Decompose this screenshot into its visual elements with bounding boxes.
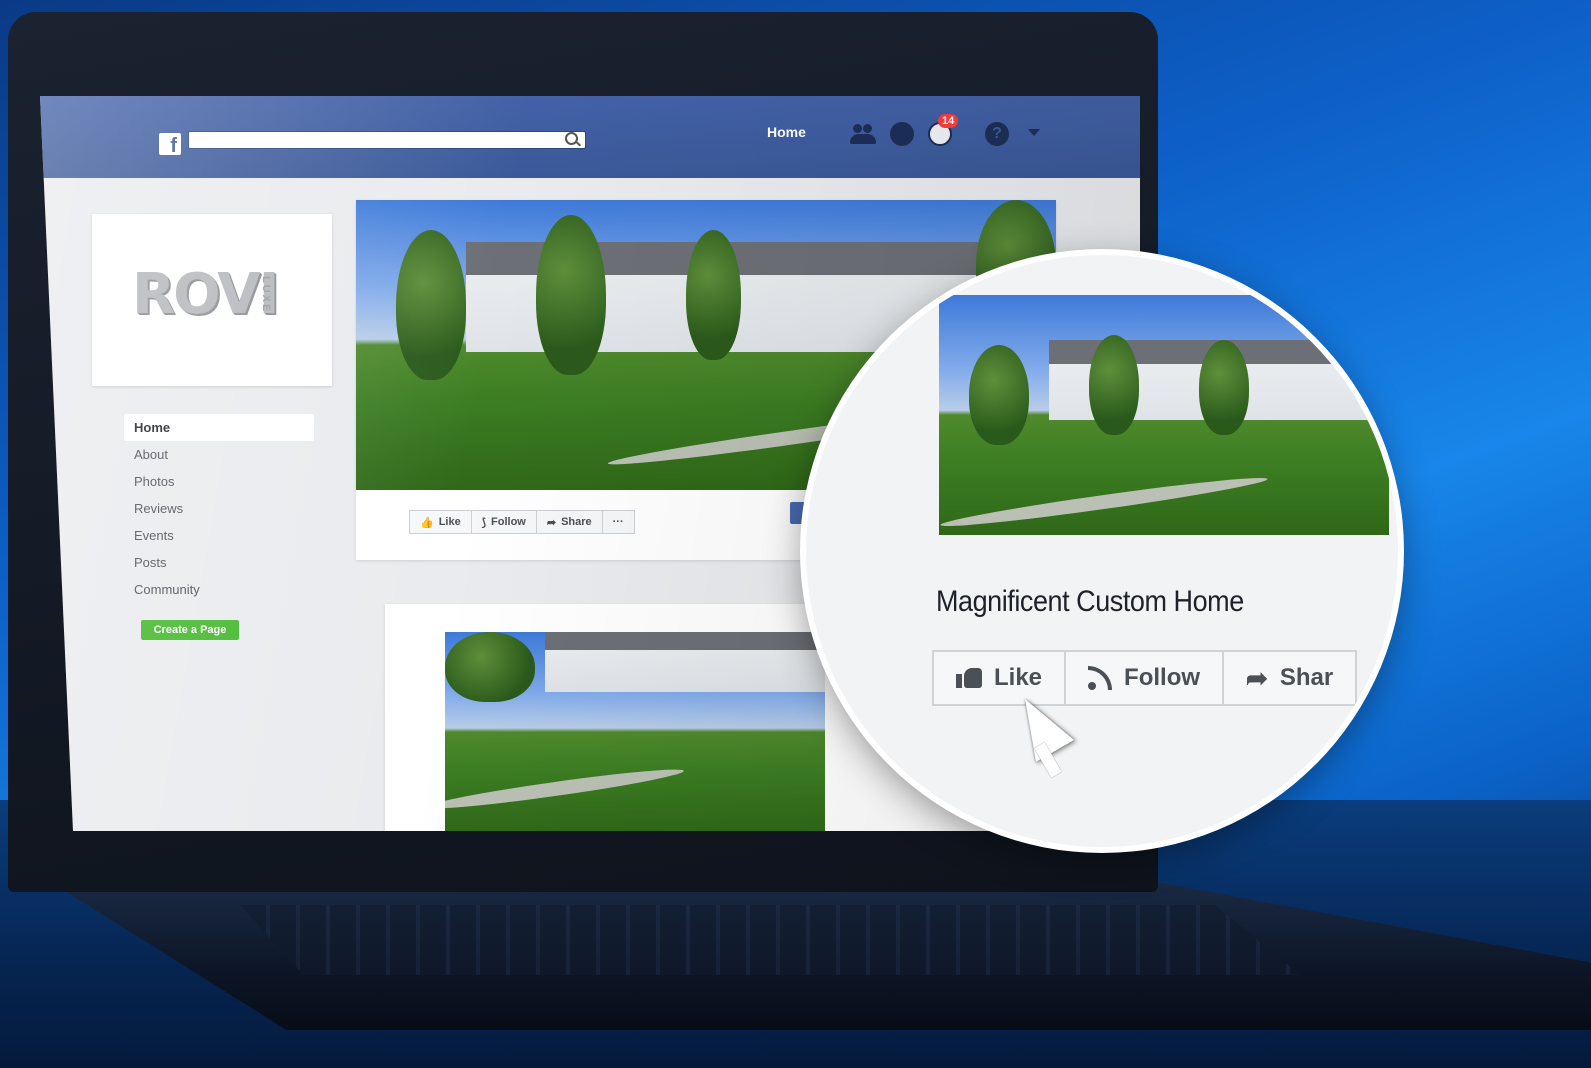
zoom-follow-button[interactable]: Follow	[1064, 650, 1225, 706]
sidebar-item-about[interactable]: About	[124, 441, 314, 468]
like-label: Like	[994, 664, 1043, 691]
zoom-content: Magnificent Custom Home Like Follow ➦ Sh…	[806, 255, 1398, 847]
tree-image	[1089, 335, 1139, 435]
sidebar-item-posts[interactable]: Posts	[124, 549, 314, 576]
share-label: Shar	[1279, 664, 1334, 691]
laptop-keyboard	[240, 905, 1300, 975]
sidebar-item-community[interactable]: Community	[124, 576, 314, 603]
sidebar-item-home[interactable]: Home	[124, 414, 314, 441]
tree-image	[969, 345, 1029, 445]
follow-label: Follow	[491, 516, 526, 528]
friends-icon[interactable]	[850, 122, 876, 146]
thumbs-up-icon	[956, 668, 982, 688]
post-photo[interactable]	[445, 632, 825, 831]
zoom-cover-photo	[939, 295, 1389, 535]
page-title: Magnificent Custom Home	[936, 585, 1244, 618]
share-button[interactable]: ➦ Share	[535, 510, 603, 534]
search-box	[188, 131, 586, 149]
caret-down-icon[interactable]	[1028, 129, 1040, 136]
facebook-logo-icon[interactable]: f	[159, 133, 181, 155]
tree-image	[686, 230, 741, 360]
share-label: Share	[561, 516, 592, 528]
profile-picture[interactable]: ROVI LUXE	[92, 214, 332, 386]
zoom-share-button[interactable]: ➦ Shar	[1222, 650, 1358, 706]
logo-subtext: LUXE	[260, 276, 272, 314]
notification-badge: 14	[938, 114, 959, 128]
search-icon[interactable]	[565, 132, 578, 145]
rss-icon: ⟆	[481, 516, 487, 529]
tree-image	[1199, 340, 1249, 435]
sidebar-item-photos[interactable]: Photos	[124, 468, 314, 495]
messenger-icon[interactable]	[890, 122, 914, 146]
like-button[interactable]: 👍 Like	[409, 510, 472, 534]
facebook-topbar: f Home 14 ?	[40, 96, 1140, 178]
walkway-image	[445, 763, 685, 815]
walkway-image	[939, 472, 1269, 532]
sidebar-nav: Home About Photos Reviews Events Posts C…	[124, 414, 314, 603]
share-arrow-icon: ➦	[1246, 662, 1268, 693]
cover-action-row: 👍 Like ⟆ Follow ➦ Share ···	[409, 510, 635, 534]
more-button[interactable]: ···	[601, 510, 635, 534]
sidebar-item-reviews[interactable]: Reviews	[124, 495, 314, 522]
follow-button[interactable]: ⟆ Follow	[470, 510, 537, 534]
tree-image	[445, 632, 535, 702]
mansion-image	[545, 632, 825, 692]
like-label: Like	[438, 516, 461, 528]
help-icon[interactable]: ?	[985, 122, 1009, 146]
tree-image	[536, 215, 606, 375]
zoom-action-row: Like Follow ➦ Shar	[932, 650, 1358, 706]
logo-text: ROVI	[132, 262, 279, 327]
thumbs-up-icon: 👍	[420, 516, 434, 529]
nav-home-link[interactable]: Home	[767, 124, 806, 140]
create-page-button[interactable]: Create a Page	[141, 620, 239, 640]
sidebar-item-events[interactable]: Events	[124, 522, 314, 549]
share-arrow-icon: ➦	[546, 516, 557, 529]
rss-icon	[1088, 666, 1113, 690]
tree-image	[396, 230, 466, 380]
zoom-magnifier: Magnificent Custom Home Like Follow ➦ Sh…	[806, 255, 1398, 847]
follow-label: Follow	[1124, 664, 1201, 691]
